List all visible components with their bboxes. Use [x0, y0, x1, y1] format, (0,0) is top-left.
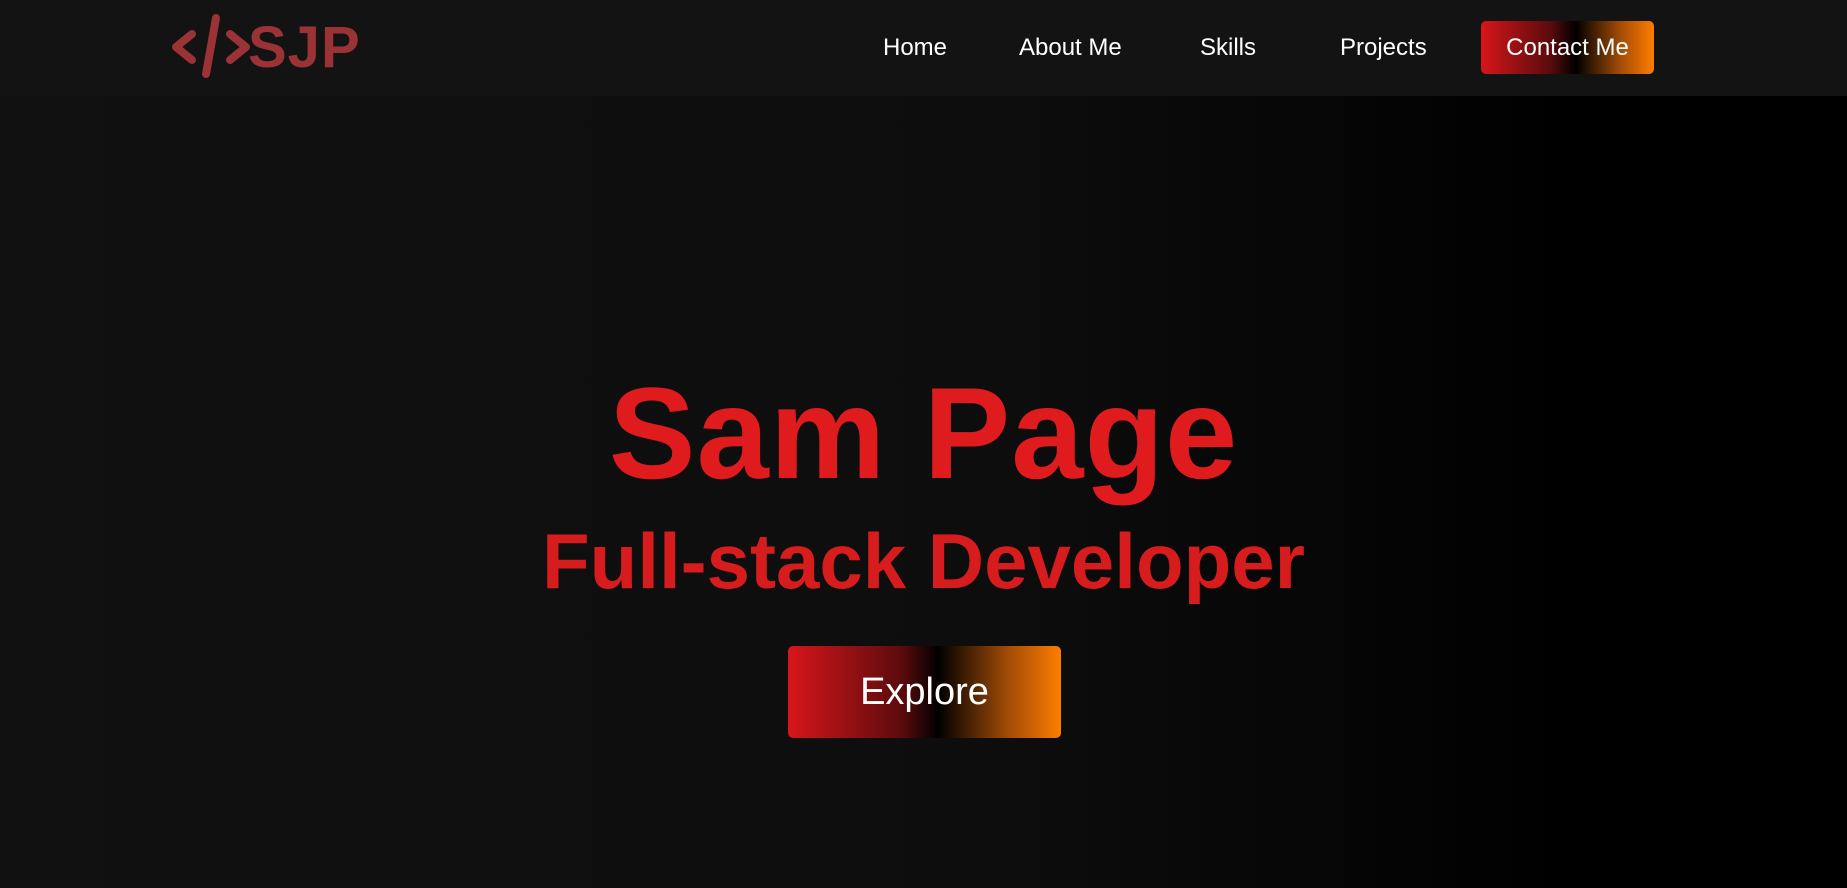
navbar: SJP Home About Me Skills Projects Contac… [0, 0, 1847, 96]
nav-link-skills[interactable]: Skills [1200, 21, 1256, 74]
nav-link-home[interactable]: Home [883, 21, 947, 74]
nav-link-about-me[interactable]: About Me [1019, 21, 1122, 74]
code-brackets-icon [170, 12, 250, 82]
page: SJP Home About Me Skills Projects Contac… [0, 0, 1847, 888]
hero-name: Sam Page [608, 360, 1239, 506]
hero-role: Full-stack Developer [542, 517, 1305, 605]
contact-me-button[interactable]: Contact Me [1481, 21, 1654, 74]
explore-button[interactable]: Explore [788, 646, 1061, 738]
nav-link-projects[interactable]: Projects [1340, 21, 1427, 74]
hero-section: Sam Page Full-stack Developer Explore [0, 96, 1847, 888]
logo-link[interactable]: SJP [170, 12, 361, 82]
logo-text: SJP [248, 14, 361, 80]
